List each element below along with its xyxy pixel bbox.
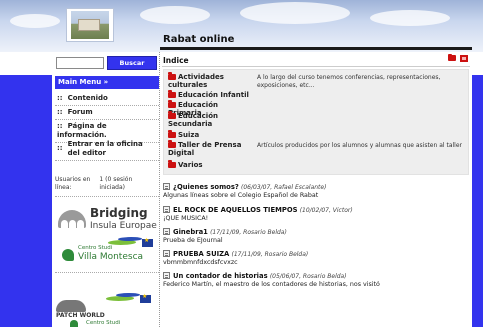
right-blue-band xyxy=(472,75,483,327)
index-icons xyxy=(448,53,468,62)
article-item: Un contador de historias (05/06/07, Rosa… xyxy=(163,272,469,289)
category-varios[interactable]: Varios xyxy=(168,160,250,169)
category-label: Varios xyxy=(178,161,203,169)
article-title[interactable]: PRUEBA SUIZA xyxy=(173,250,229,258)
article-meta: (05/06/07, Rosario Belda) xyxy=(269,273,347,280)
article-meta: (17/11/09, Rosario Belda) xyxy=(231,251,309,258)
folder-icon xyxy=(168,140,176,148)
menu-bullet: :: xyxy=(57,108,63,116)
villa-big-text: Villa Montesca xyxy=(78,252,144,262)
search-input[interactable] xyxy=(56,57,104,69)
category-taller-prensa[interactable]: Taller de Prensa Digital xyxy=(168,140,250,157)
article-title[interactable]: Un contador de historias xyxy=(173,272,268,280)
category-secundaria[interactable]: Educación Secundaria xyxy=(168,111,250,128)
main-content: Indice Actividades culturales A lo largo… xyxy=(160,52,472,327)
bridging-banner[interactable]: Bridging Insula Europae xyxy=(58,204,158,236)
folder-icon xyxy=(168,111,176,119)
article-summary: Federico Martín, el maestro de los conta… xyxy=(163,281,380,288)
header-cloud xyxy=(140,6,210,24)
folder-icon xyxy=(168,100,176,108)
site-title: Rabat online xyxy=(163,34,235,45)
article-summary: Prueba de EJournal xyxy=(163,237,223,244)
document-icon[interactable] xyxy=(163,272,170,279)
menu-bullet: :: xyxy=(57,144,63,152)
folder-icon xyxy=(168,90,176,98)
document-icon[interactable] xyxy=(163,250,170,257)
article-title[interactable]: ¿Quienes somos? xyxy=(173,183,239,191)
villa-montesca-icon xyxy=(62,249,74,261)
programme-logo[interactable] xyxy=(104,292,152,306)
index-rule xyxy=(162,66,470,67)
menu-bullet: :: xyxy=(57,94,63,102)
sidebar-item-label: Forum xyxy=(67,108,93,116)
bridging-title: Bridging xyxy=(90,206,148,220)
document-icon[interactable] xyxy=(163,183,170,190)
menu-bullet: :: xyxy=(57,122,63,130)
main-menu-title: Main Menu » xyxy=(55,76,159,89)
article-summary: ¡QUE MUSICA! xyxy=(163,215,209,222)
online-users-label: Usuarios en línea: xyxy=(55,176,91,191)
category-suiza[interactable]: Suiza xyxy=(168,130,250,139)
patch-world-text[interactable]: PATCH WORLD xyxy=(56,312,105,319)
article-item: Ginebra1 (17/11/09, Rosario Belda) Prueb… xyxy=(163,228,469,245)
category-description: Artículos producidos por los alumnos y a… xyxy=(257,142,462,149)
header-cloud xyxy=(10,14,60,28)
article-item: EL ROCK DE AQUELLOS TIEMPOS (10/02/07, V… xyxy=(163,206,469,223)
folder-icon xyxy=(168,160,176,168)
article-item: ¿Quienes somos? (06/03/07, Rafael Escala… xyxy=(163,183,469,200)
sidebar-item-label: Página de información. xyxy=(57,122,107,139)
villa-small-text-2: Centro Studi xyxy=(86,320,121,326)
index-title: Indice xyxy=(163,56,189,65)
header-cloud xyxy=(240,2,350,24)
online-users-value: 1 (0 sesión iniciada) xyxy=(99,176,133,191)
villa-montesca-icon xyxy=(70,320,78,327)
category-actividades[interactable]: Actividades culturales xyxy=(168,72,250,89)
article-item: PRUEBA SUIZA (17/11/09, Rosario Belda) v… xyxy=(163,250,469,267)
article-summary: Algunas líneas sobre el Colegio Español … xyxy=(163,192,319,199)
sidebar-item-forum[interactable]: :: Forum xyxy=(55,106,159,120)
sidebar-item-label: Entrar en la oficina del editor xyxy=(67,140,143,157)
search-button[interactable]: Buscar xyxy=(107,56,157,70)
sidebar-item-editor-office[interactable]: :: Entrar en la oficina del editor xyxy=(55,138,159,161)
sidebar-divider xyxy=(55,272,159,273)
category-infantil[interactable]: Educación Infantil xyxy=(168,90,250,99)
article-title[interactable]: EL ROCK DE AQUELLOS TIEMPOS xyxy=(173,206,298,214)
pdf-icon[interactable] xyxy=(460,55,468,62)
sidebar: Buscar Main Menu » :: Contenido :: Forum :… xyxy=(52,52,160,327)
patch-world-arch-icon xyxy=(56,300,86,312)
article-title[interactable]: Ginebra1 xyxy=(173,228,208,236)
category-label: Educación Infantil xyxy=(178,91,249,99)
folder-icon xyxy=(168,72,176,80)
logo-building xyxy=(78,19,100,31)
eu-flag-icon xyxy=(140,293,151,303)
category-label: Taller de Prensa Digital xyxy=(168,141,242,157)
category-index: Actividades culturales A lo largo del cu… xyxy=(163,69,469,175)
title-rule xyxy=(160,47,472,50)
category-label: Actividades culturales xyxy=(168,73,224,89)
folder-icon xyxy=(168,130,176,138)
category-label: Suiza xyxy=(178,131,200,139)
article-meta: (10/02/07, Victor) xyxy=(299,207,353,214)
villa-montesca-banner[interactable]: Centro Studi Villa Montesca xyxy=(62,245,158,265)
article-summary: vbmmbmnfdxcdsfcvxzc xyxy=(163,259,238,266)
left-blue-band xyxy=(0,75,52,327)
sidebar-divider xyxy=(55,196,159,197)
article-meta: (17/11/09, Rosario Belda) xyxy=(210,229,287,236)
villa-small-text: Centro Studi xyxy=(78,245,113,251)
header-cloud xyxy=(370,10,450,26)
folder-icon[interactable] xyxy=(448,53,456,61)
document-icon[interactable] xyxy=(163,228,170,235)
document-icon[interactable] xyxy=(163,206,170,213)
bridging-subtitle: Insula Europae xyxy=(90,221,157,231)
sidebar-item-contenido[interactable]: :: Contenido xyxy=(55,92,159,106)
category-description: A lo largo del curso tenemos conferencia… xyxy=(257,74,441,89)
bridge-icon xyxy=(58,210,86,228)
online-users: Usuarios en línea: 1 (0 sesión iniciada) xyxy=(55,176,159,192)
article-meta: (06/03/07, Rafael Escalante) xyxy=(241,184,327,191)
sidebar-item-label: Contenido xyxy=(67,94,108,102)
